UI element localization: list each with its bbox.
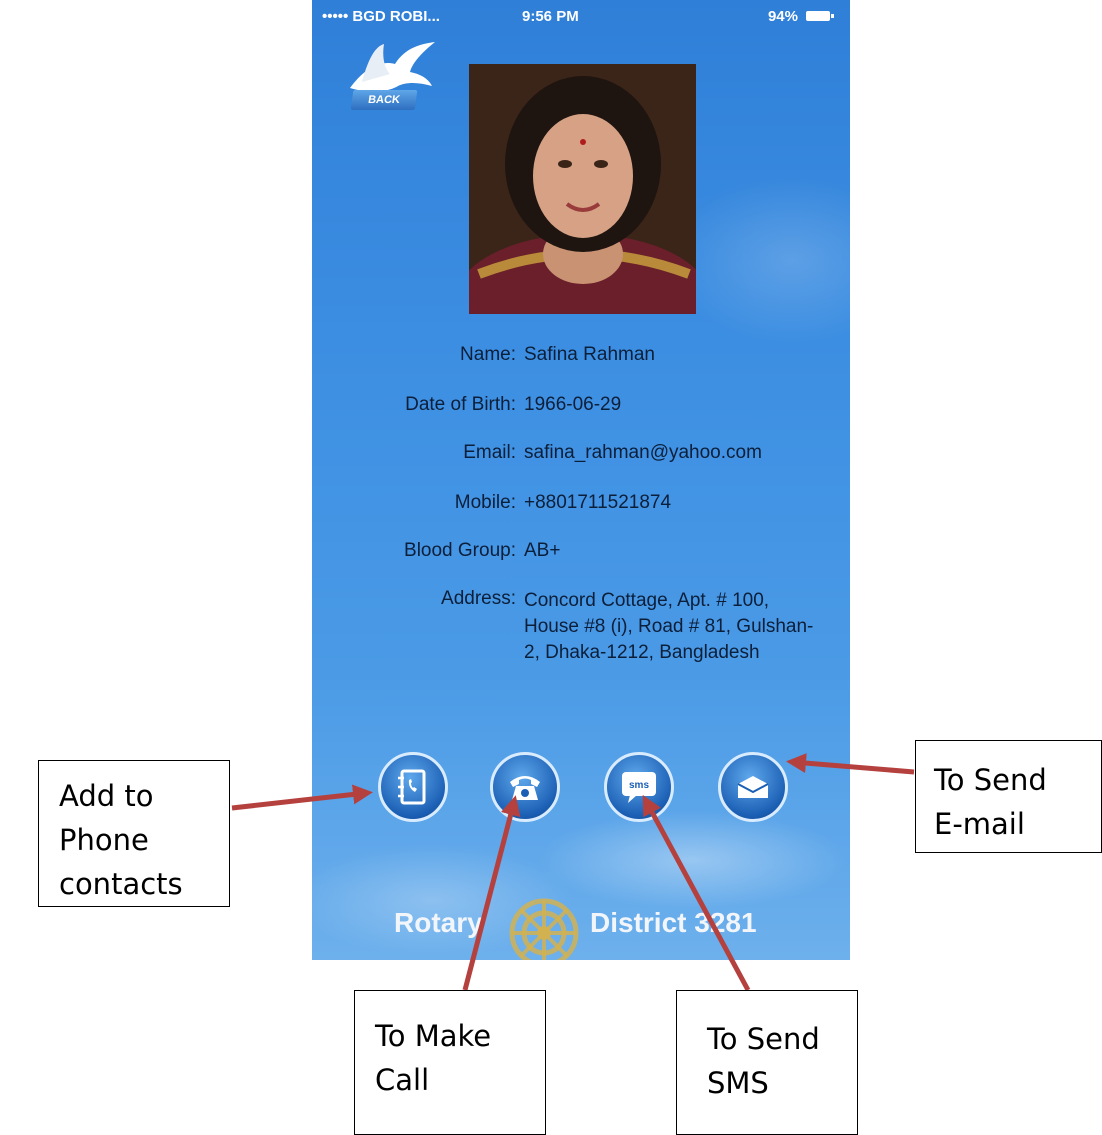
arrow-email: [786, 753, 915, 775]
callout-add-contact: Add to Phone contacts: [38, 760, 230, 907]
callout-send-email-line2: E-mail: [934, 807, 1025, 841]
arrow-add-contact: [231, 784, 373, 811]
arrow-call: [462, 795, 521, 991]
callout-send-sms: To Send SMS: [676, 990, 858, 1135]
callout-add-contact-line1: Add to: [59, 779, 154, 813]
callout-send-sms-line2: SMS: [707, 1066, 769, 1100]
callout-add-contact-line2: Phone: [59, 823, 149, 857]
callout-make-call: To Make Call: [354, 990, 546, 1135]
callout-send-email: To Send E-mail: [915, 740, 1102, 853]
callout-send-sms-line1: To Send: [707, 1022, 820, 1056]
callout-make-call-line1: To Make: [375, 1019, 492, 1053]
callout-add-contact-line3: contacts: [59, 867, 183, 901]
arrow-sms: [642, 794, 751, 992]
callout-send-email-line1: To Send: [934, 763, 1047, 797]
callout-make-call-line2: Call: [375, 1063, 430, 1097]
annotation-arrows: [231, 753, 915, 992]
